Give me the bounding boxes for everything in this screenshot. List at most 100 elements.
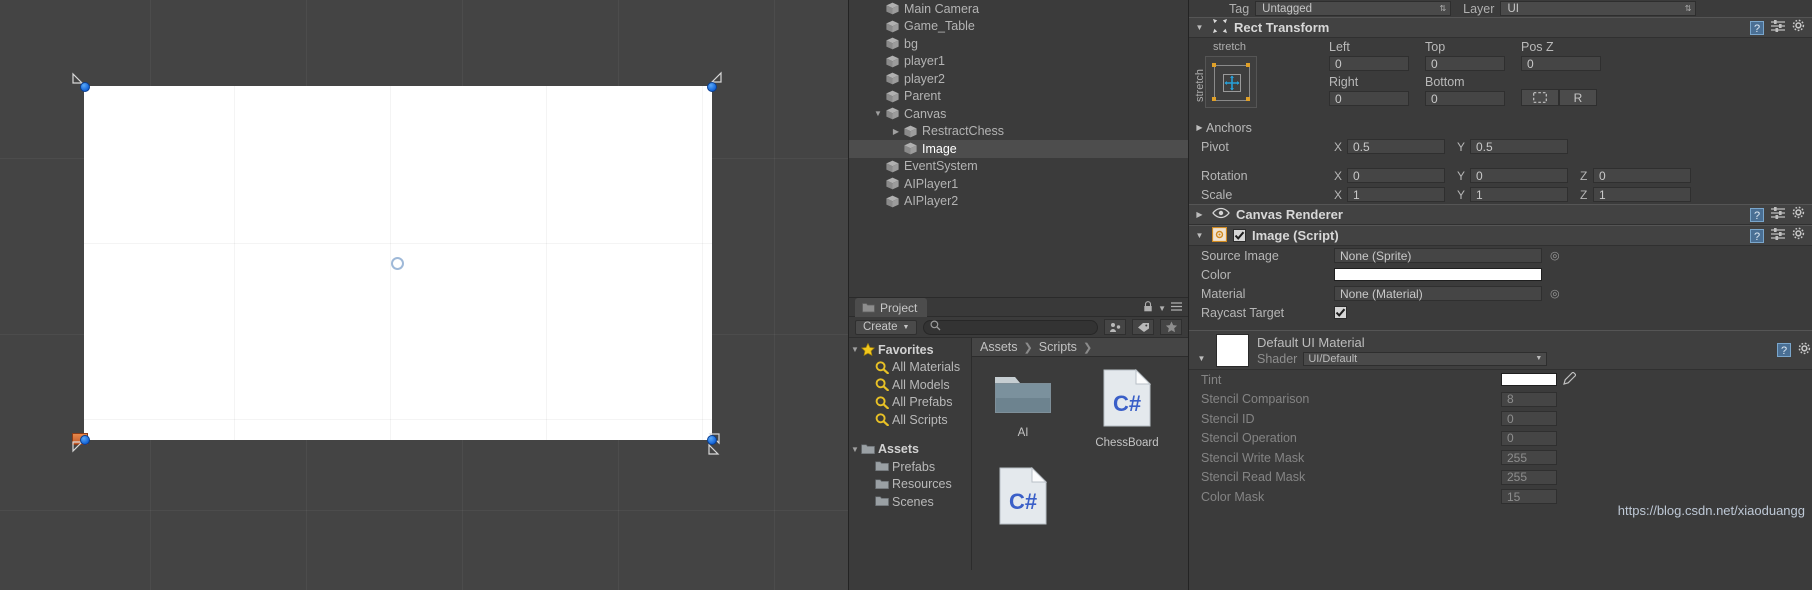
hierarchy-item-restractchess[interactable]: ▶ RestractChess	[849, 123, 1188, 141]
project-tree-item-scenes[interactable]: Scenes	[849, 493, 971, 511]
asset-item[interactable]: C# ChessBoard	[1090, 368, 1164, 449]
hierarchy-item-aiplayer2[interactable]: AIPlayer2	[849, 193, 1188, 211]
preset-icon[interactable]	[1771, 20, 1785, 35]
breadcrumb-root[interactable]: Assets	[980, 340, 1018, 354]
scale-y-field[interactable]: 1	[1470, 187, 1568, 202]
foldout-icon[interactable]: ▼	[849, 345, 861, 354]
blueprint-mode-button[interactable]	[1521, 89, 1559, 106]
gear-icon[interactable]	[1792, 227, 1806, 244]
hierarchy-item-eventsystem[interactable]: EventSystem	[849, 158, 1188, 176]
project-tree-item-all-models[interactable]: All Models	[849, 376, 971, 394]
gear-icon[interactable]	[1792, 19, 1806, 36]
material-prop-value[interactable]: 255	[1501, 450, 1557, 466]
foldout-icon[interactable]: ▶	[1193, 210, 1206, 219]
chevron-down-icon[interactable]: ▼	[1158, 304, 1166, 313]
foldout-icon[interactable]: ▼	[871, 109, 885, 118]
anchor-handle-top-right[interactable]	[707, 82, 717, 92]
anchors-foldout-row[interactable]: ▶ Anchors	[1189, 118, 1812, 137]
image-enabled-checkbox[interactable]	[1233, 229, 1246, 242]
pivot-gizmo[interactable]	[391, 257, 404, 270]
filter-by-type-button[interactable]	[1104, 319, 1126, 335]
material-prop-value[interactable]: 15	[1501, 489, 1557, 505]
hierarchy-item-parent[interactable]: Parent	[849, 88, 1188, 106]
pivot-y-field[interactable]: 0.5	[1470, 139, 1568, 154]
anchor-handle-top-left[interactable]	[80, 82, 90, 92]
component-header-icons[interactable]: ?	[1750, 206, 1806, 223]
hamburger-menu-icon[interactable]	[1171, 302, 1182, 314]
rotation-y-field[interactable]: 0	[1470, 168, 1568, 183]
hierarchy-item-bg[interactable]: bg	[849, 35, 1188, 53]
tint-color-swatch[interactable]	[1501, 373, 1557, 387]
raw-edit-button[interactable]: R	[1559, 89, 1597, 106]
material-field[interactable]: None (Material)	[1334, 286, 1542, 301]
component-header-icons[interactable]: ?	[1750, 227, 1806, 244]
tag-dropdown[interactable]: Untagged ⇅	[1255, 1, 1452, 16]
posz-field[interactable]: 0	[1521, 56, 1601, 71]
help-icon[interactable]: ?	[1750, 228, 1764, 243]
tab-project[interactable]: Project	[855, 298, 928, 317]
project-tree-item-all-materials[interactable]: All Materials	[849, 359, 971, 377]
foldout-icon[interactable]: ▼	[849, 445, 861, 454]
material-prop-value[interactable]: 255	[1501, 469, 1557, 485]
anchor-preset-widget[interactable]	[1205, 56, 1257, 108]
eyedropper-icon[interactable]	[1563, 370, 1577, 388]
shader-dropdown[interactable]: UI/Default ▼	[1303, 351, 1548, 366]
lock-icon[interactable]	[1143, 301, 1153, 315]
asset-item[interactable]: C#	[986, 466, 1060, 535]
component-header-rect-transform[interactable]: ▼ Rect Transform ?	[1189, 17, 1812, 38]
help-icon[interactable]: ?	[1777, 343, 1791, 357]
gear-icon[interactable]	[1798, 342, 1812, 359]
object-picker-icon[interactable]: ◎	[1550, 249, 1560, 262]
breadcrumb-current[interactable]: Scripts	[1039, 340, 1077, 354]
favorites-filter-button[interactable]	[1160, 319, 1182, 335]
material-block-header[interactable]: ▼ Default UI Material Shader UI/Default …	[1189, 330, 1812, 370]
hierarchy-item-main-camera[interactable]: Main Camera	[849, 0, 1188, 18]
create-button[interactable]: Create ▼	[855, 319, 918, 335]
material-prop-value[interactable]: 8	[1501, 391, 1557, 407]
hierarchy-item-player2[interactable]: player2	[849, 70, 1188, 88]
layer-dropdown[interactable]: UI ⇅	[1500, 1, 1697, 16]
filter-by-label-button[interactable]	[1132, 319, 1154, 335]
hierarchy-item-aiplayer1[interactable]: AIPlayer1	[849, 175, 1188, 193]
project-tree-item-all-prefabs[interactable]: All Prefabs	[849, 394, 971, 412]
gear-icon[interactable]	[1792, 206, 1806, 223]
anchor-handle-bottom-left[interactable]	[80, 435, 90, 445]
panel-menu-icons[interactable]: ▼	[1143, 301, 1182, 315]
scale-x-field[interactable]: 1	[1347, 187, 1445, 202]
search-input[interactable]	[923, 319, 1098, 335]
foldout-icon[interactable]: ▶	[889, 127, 903, 136]
foldout-icon[interactable]: ▼	[1195, 354, 1208, 363]
left-field[interactable]: 0	[1329, 56, 1409, 71]
help-icon[interactable]: ?	[1750, 207, 1764, 222]
help-icon[interactable]: ?	[1750, 20, 1764, 35]
foldout-icon[interactable]: ▼	[1193, 23, 1206, 32]
material-prop-value[interactable]: 0	[1501, 430, 1557, 446]
scene-view[interactable]	[0, 0, 848, 590]
top-field[interactable]: 0	[1425, 56, 1505, 71]
component-header-image-script[interactable]: ▼ Image (Script) ?	[1189, 225, 1812, 246]
material-prop-value[interactable]: 0	[1501, 411, 1557, 427]
scale-z-field[interactable]: 1	[1593, 187, 1691, 202]
component-header-icons[interactable]: ?	[1750, 19, 1806, 36]
preset-icon[interactable]	[1771, 207, 1785, 222]
project-tree-item-favorites[interactable]: ▼ Favorites	[849, 341, 971, 359]
color-swatch-field[interactable]	[1334, 268, 1542, 281]
object-picker-icon[interactable]: ◎	[1550, 287, 1560, 300]
blueprint-raw-buttons[interactable]: R	[1521, 89, 1597, 106]
hierarchy-item-canvas[interactable]: ▼ Canvas	[849, 105, 1188, 123]
breadcrumb[interactable]: Assets ❯ Scripts ❯	[972, 338, 1188, 357]
hierarchy-item-image[interactable]: Image	[849, 140, 1188, 158]
project-tree-item-prefabs[interactable]: Prefabs	[849, 458, 971, 476]
project-tree-item-resources[interactable]: Resources	[849, 476, 971, 494]
project-tree-item-assets[interactable]: ▼ Assets	[849, 441, 971, 459]
right-field[interactable]: 0	[1329, 91, 1409, 106]
bottom-field[interactable]: 0	[1425, 91, 1505, 106]
preset-icon[interactable]	[1771, 228, 1785, 243]
project-tree-item-all-scripts[interactable]: All Scripts	[849, 411, 971, 429]
hierarchy-item-game-table[interactable]: Game_Table	[849, 18, 1188, 36]
source-image-field[interactable]: None (Sprite)	[1334, 248, 1542, 263]
asset-item[interactable]: AI	[986, 369, 1060, 449]
material-header-icons[interactable]: ?	[1777, 342, 1812, 359]
rotation-x-field[interactable]: 0	[1347, 168, 1445, 183]
component-header-canvas-renderer[interactable]: ▶ Canvas Renderer ?	[1189, 204, 1812, 225]
